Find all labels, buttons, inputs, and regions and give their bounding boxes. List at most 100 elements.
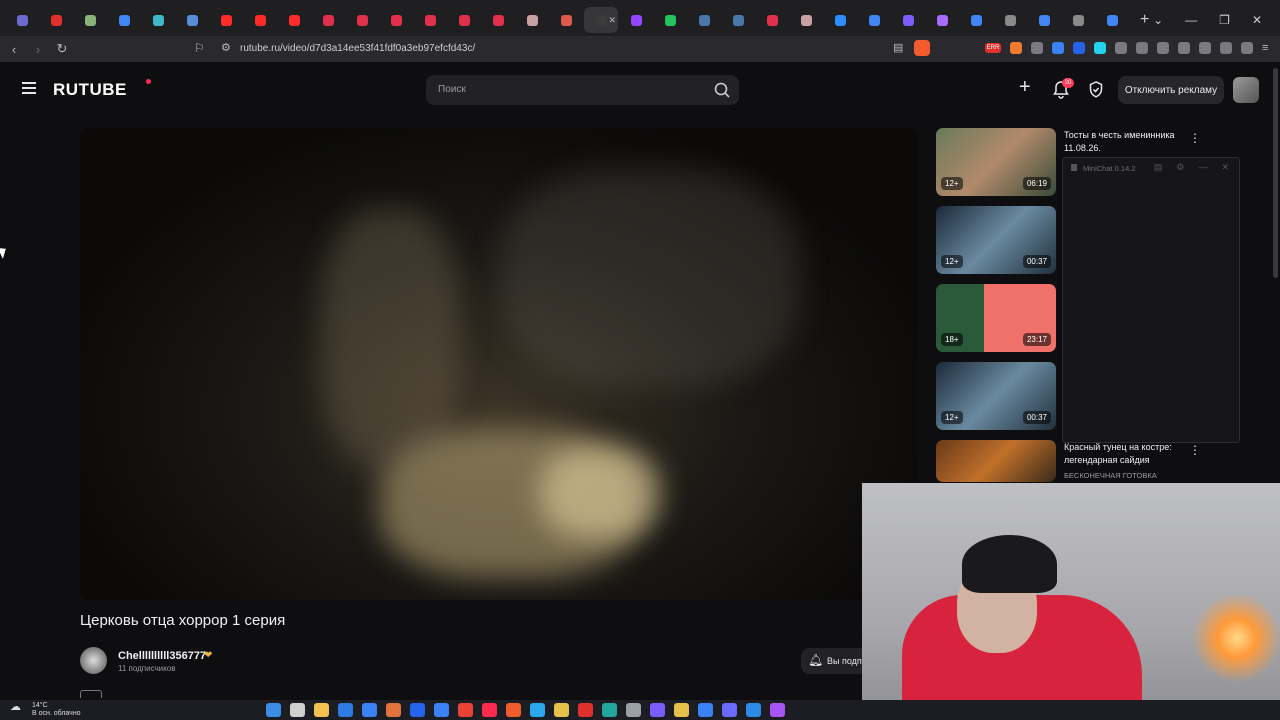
taskbar-app-icon[interactable]: [506, 703, 521, 717]
search-icon[interactable]: [713, 81, 731, 99]
minichat-window[interactable]: MiniChat 0.14.2 ▤ ⚙ — ✕: [1062, 157, 1240, 443]
extension-icon[interactable]: [1241, 42, 1253, 54]
rec-title[interactable]: Красный тунец на костре: легендарная сай…: [1064, 441, 1182, 467]
browser-tab[interactable]: [960, 7, 992, 33]
more-options-icon[interactable]: ⋮: [1189, 131, 1201, 145]
browser-tab[interactable]: [108, 7, 140, 33]
search-box[interactable]: Поиск: [426, 75, 739, 105]
extension-err-badge[interactable]: ERR: [985, 43, 1001, 53]
browser-tab[interactable]: [824, 7, 856, 33]
browser-tab[interactable]: [858, 7, 890, 33]
url-text[interactable]: rutube.ru/video/d7d3a14ee53f41fdf0a3eb97…: [240, 43, 475, 54]
browser-tab[interactable]: [312, 7, 344, 33]
extension-icon[interactable]: [1157, 42, 1169, 54]
extension-icon[interactable]: [1115, 42, 1127, 54]
close-window-button[interactable]: ✕: [1252, 13, 1262, 27]
search-input[interactable]: Поиск: [438, 84, 466, 95]
browser-tab[interactable]: [1028, 7, 1060, 33]
rec-thumbnail[interactable]: [936, 440, 1056, 482]
reader-mode-icon[interactable]: ▤: [893, 41, 903, 54]
add-icon[interactable]: +: [1019, 76, 1031, 99]
browser-tab[interactable]: [278, 7, 310, 33]
disable-ads-button[interactable]: Отключить рекламу: [1118, 76, 1224, 104]
taskbar-app-icon[interactable]: [746, 703, 761, 717]
browser-tab[interactable]: [722, 7, 754, 33]
taskbar-app-icon[interactable]: [410, 703, 425, 717]
taskbar-app-icon[interactable]: [698, 703, 713, 717]
hamburger-menu-icon[interactable]: [22, 82, 36, 94]
subscribed-button[interactable]: 🔔︎ Вы подп: [801, 648, 871, 674]
video-player[interactable]: [80, 128, 918, 600]
back-icon[interactable]: ‹: [4, 42, 24, 57]
bookmark-icon[interactable]: ⚐: [194, 41, 205, 55]
extension-icon[interactable]: [1031, 42, 1043, 54]
taskbar-app-icon[interactable]: [554, 703, 569, 717]
reload-icon[interactable]: ↻: [52, 41, 72, 57]
browser-tab[interactable]: [142, 7, 174, 33]
taskbar-app-icon[interactable]: [434, 703, 449, 717]
browser-tab[interactable]: [414, 7, 446, 33]
rec-thumbnail[interactable]: 12+ 00:37: [936, 362, 1056, 430]
browser-tab[interactable]: [892, 7, 924, 33]
taskbar-app-icon[interactable]: [602, 703, 617, 717]
shield-icon[interactable]: [1089, 81, 1103, 98]
channel-avatar[interactable]: [80, 647, 107, 674]
browser-tab[interactable]: [926, 7, 958, 33]
taskbar-app-icon[interactable]: [362, 703, 377, 717]
extension-icon[interactable]: [1073, 42, 1085, 54]
forward-icon[interactable]: ›: [28, 42, 48, 57]
rutube-logo[interactable]: RUTUBE: [53, 80, 127, 100]
browser-tab[interactable]: [176, 7, 208, 33]
extension-icon[interactable]: [1010, 42, 1022, 54]
taskbar-app-icon[interactable]: [458, 703, 473, 717]
browser-tab[interactable]: [40, 7, 72, 33]
browser-tab[interactable]: [210, 7, 242, 33]
extension-icon[interactable]: [1220, 42, 1232, 54]
channel-name[interactable]: Chellllllllll356777: [118, 650, 206, 662]
minichat-close-icon[interactable]: ✕: [1221, 162, 1229, 173]
taskbar-app-icon[interactable]: [386, 703, 401, 717]
browser-tab[interactable]: ✕: [584, 7, 618, 33]
taskbar-app-icon[interactable]: [530, 703, 545, 717]
rec-channel[interactable]: БЕСКОНЕЧНАЯ ГОТОВКА: [1064, 471, 1157, 480]
taskbar-app-icon[interactable]: [266, 703, 281, 717]
taskbar-app-icon[interactable]: [674, 703, 689, 717]
new-tab-button[interactable]: +: [1140, 11, 1149, 29]
tab-search-icon[interactable]: ⌄: [1153, 13, 1163, 27]
taskbar-app-icon[interactable]: [314, 703, 329, 717]
taskbar-app-icon[interactable]: [338, 703, 353, 717]
browser-tab[interactable]: [380, 7, 412, 33]
rec-thumbnail[interactable]: 12+ 00:37: [936, 206, 1056, 274]
minichat-gear-icon[interactable]: ⚙: [1176, 162, 1184, 173]
rec-thumbnail[interactable]: 12+ 06:19: [936, 128, 1056, 196]
minichat-list-icon[interactable]: ▤: [1154, 162, 1163, 173]
maximize-button[interactable]: ❐: [1219, 13, 1230, 27]
menu-icon[interactable]: ≡: [1262, 42, 1274, 54]
browser-tab[interactable]: [688, 7, 720, 33]
site-info-icon[interactable]: ⚙: [221, 41, 231, 54]
taskbar-app-icon[interactable]: [722, 703, 737, 717]
browser-tab[interactable]: [620, 7, 652, 33]
browser-tab[interactable]: [994, 7, 1026, 33]
browser-tab[interactable]: [756, 7, 788, 33]
rec-thumbnail[interactable]: 18+ 23:17: [936, 284, 1056, 352]
rec-title[interactable]: Тосты в честь именинника 11.08.26.: [1064, 129, 1182, 155]
browser-tab[interactable]: [654, 7, 686, 33]
extension-icon[interactable]: [1199, 42, 1211, 54]
minichat-minimize-icon[interactable]: —: [1198, 162, 1207, 173]
taskbar-app-icon[interactable]: [650, 703, 665, 717]
tab-close-icon[interactable]: ✕: [608, 15, 616, 26]
browser-tab[interactable]: [1096, 7, 1128, 33]
browser-tab[interactable]: [6, 7, 38, 33]
taskbar-app-icon[interactable]: [482, 703, 497, 717]
browser-tab[interactable]: [790, 7, 822, 33]
brave-shield-icon[interactable]: [914, 40, 930, 56]
user-avatar[interactable]: [1233, 77, 1259, 103]
extension-icon[interactable]: [1136, 42, 1148, 54]
extension-icon[interactable]: [1052, 42, 1064, 54]
more-options-icon[interactable]: ⋮: [1189, 443, 1201, 457]
taskbar-app-icon[interactable]: [626, 703, 641, 717]
browser-tab[interactable]: [74, 7, 106, 33]
browser-tab[interactable]: [482, 7, 514, 33]
action-icon[interactable]: [80, 690, 102, 698]
